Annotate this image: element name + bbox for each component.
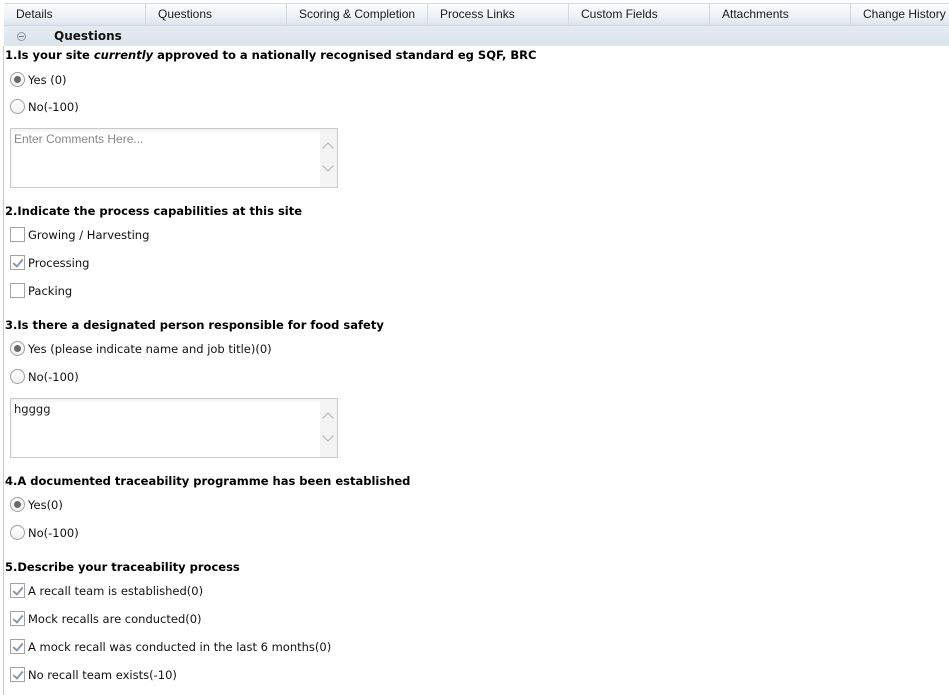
question-5-option-recall-team[interactable]: A recall team is established(0) bbox=[10, 583, 203, 598]
checkbox-checked[interactable] bbox=[10, 639, 25, 654]
option-label: Yes (please indicate name and job title)… bbox=[28, 341, 272, 356]
checkbox-checked[interactable] bbox=[10, 255, 25, 270]
option-label: Growing / Harvesting bbox=[28, 227, 150, 242]
question-5-option-mock-recall-6-months[interactable]: A mock recall was conducted in the last … bbox=[10, 639, 331, 654]
question-4-title: 4.A documented traceability programme ha… bbox=[5, 474, 411, 488]
question-2-option-packing[interactable]: Packing bbox=[10, 283, 72, 298]
tab-scoring-completion[interactable]: Scoring & Completion bbox=[287, 4, 428, 25]
radio-button[interactable] bbox=[10, 369, 25, 384]
scroll-down-icon[interactable] bbox=[322, 430, 334, 442]
tab-details[interactable]: Details bbox=[4, 4, 146, 25]
scroll-up-icon[interactable] bbox=[322, 142, 334, 154]
checkbox-checked[interactable] bbox=[10, 667, 25, 682]
question-1-comment-input[interactable] bbox=[11, 129, 321, 187]
section-title: Questions bbox=[54, 29, 122, 43]
option-label: No recall team exists(-10) bbox=[28, 667, 177, 682]
collapse-minus-icon[interactable] bbox=[17, 31, 26, 41]
scroll-down-icon[interactable] bbox=[322, 160, 334, 172]
option-label: Yes(0) bbox=[28, 497, 63, 512]
tab-bar: Details Questions Scoring & Completion P… bbox=[4, 3, 949, 26]
question-3-comment-input[interactable] bbox=[11, 399, 321, 457]
checkbox-checked[interactable] bbox=[10, 583, 25, 598]
option-label: Packing bbox=[28, 283, 73, 298]
checkbox[interactable] bbox=[10, 227, 25, 242]
question-4-option-no[interactable]: No(-100) bbox=[10, 525, 79, 540]
option-label: No(-100) bbox=[28, 99, 79, 114]
scroll-up-icon[interactable] bbox=[322, 412, 334, 424]
questions-section-header: Questions bbox=[4, 26, 949, 46]
question-3-option-no[interactable]: No(-100) bbox=[10, 369, 79, 384]
radio-button[interactable] bbox=[10, 525, 25, 540]
option-label: No(-100) bbox=[28, 525, 79, 540]
question-2-option-processing[interactable]: Processing bbox=[10, 255, 89, 270]
option-label: A recall team is established(0) bbox=[28, 583, 204, 598]
left-border bbox=[3, 46, 4, 695]
question-4-option-yes[interactable]: Yes(0) bbox=[10, 497, 63, 512]
question-1-option-no[interactable]: No(-100) bbox=[10, 99, 79, 114]
radio-button-selected[interactable] bbox=[10, 72, 25, 87]
radio-button-selected[interactable] bbox=[10, 497, 25, 512]
question-2-option-growing[interactable]: Growing / Harvesting bbox=[10, 227, 149, 242]
tab-change-history[interactable]: Change History bbox=[851, 4, 949, 25]
radio-button[interactable] bbox=[10, 99, 25, 114]
question-5-option-no-recall-team[interactable]: No recall team exists(-10) bbox=[10, 667, 177, 682]
tab-attachments[interactable]: Attachments bbox=[710, 4, 851, 25]
question-5-option-mock-recalls[interactable]: Mock recalls are conducted(0) bbox=[10, 611, 202, 626]
comment-scrollbar[interactable] bbox=[320, 399, 337, 457]
checkbox-checked[interactable] bbox=[10, 611, 25, 626]
option-label: Mock recalls are conducted(0) bbox=[28, 611, 202, 626]
option-label: Yes (0) bbox=[28, 72, 67, 87]
option-label: A mock recall was conducted in the last … bbox=[28, 639, 332, 654]
comment-scrollbar[interactable] bbox=[320, 129, 337, 187]
tab-process-links[interactable]: Process Links bbox=[428, 4, 569, 25]
tab-questions[interactable]: Questions bbox=[146, 4, 287, 25]
question-2-title: 2.Indicate the process capabilities at t… bbox=[5, 204, 303, 218]
question-1-option-yes[interactable]: Yes (0) bbox=[10, 72, 67, 87]
question-3-option-yes[interactable]: Yes (please indicate name and job title)… bbox=[10, 341, 272, 356]
option-label: Processing bbox=[28, 255, 90, 270]
question-5-title: 5.Describe your traceability process bbox=[5, 560, 240, 574]
radio-button-selected[interactable] bbox=[10, 341, 25, 356]
question-1-title: 1.Is your site currently approved to a n… bbox=[5, 48, 537, 62]
tab-custom-fields[interactable]: Custom Fields bbox=[569, 4, 710, 25]
option-label: No(-100) bbox=[28, 369, 79, 384]
checkbox[interactable] bbox=[10, 283, 25, 298]
question-1-comment-box bbox=[10, 128, 338, 188]
question-3-comment-box bbox=[10, 398, 338, 458]
question-3-title: 3.Is there a designated person responsib… bbox=[5, 318, 384, 332]
